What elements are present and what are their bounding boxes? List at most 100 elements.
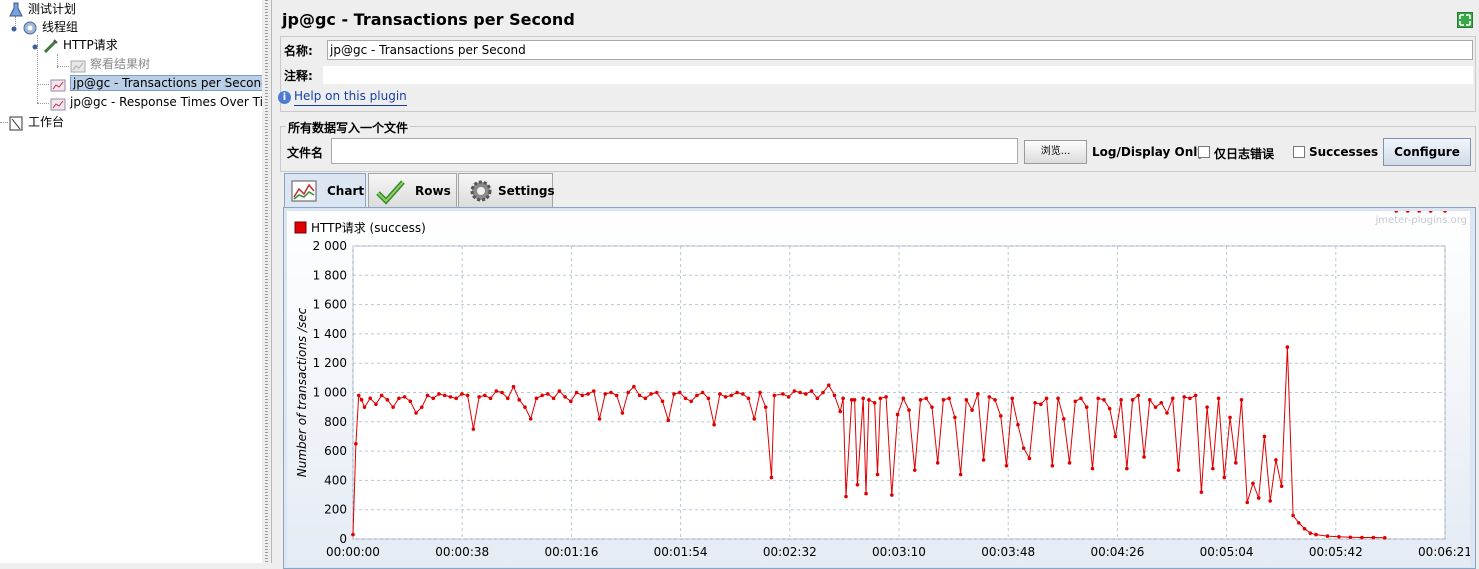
- data-point: [528, 417, 533, 421]
- data-point: [1062, 417, 1066, 421]
- data-point: [746, 396, 751, 401]
- filename-input[interactable]: [331, 138, 1018, 164]
- data-point: [1147, 398, 1152, 402]
- browse-button[interactable]: 浏览...: [1024, 140, 1087, 164]
- data-point: [809, 389, 814, 393]
- tab-rows[interactable]: Rows: [368, 173, 457, 207]
- data-point: [1130, 398, 1135, 402]
- data-point: [895, 412, 900, 417]
- data-point: [1159, 400, 1164, 405]
- data-point: [781, 392, 785, 396]
- data-point: [425, 393, 430, 398]
- data-point: [786, 395, 791, 399]
- maximize-icon[interactable]: [1457, 12, 1473, 28]
- tab-chart[interactable]: Chart: [284, 173, 366, 209]
- data-point: [1188, 396, 1192, 401]
- tab-settings[interactable]: Settings: [458, 173, 555, 207]
- tree-connector: [37, 103, 49, 104]
- configure-button[interactable]: Configure: [1383, 138, 1471, 166]
- data-point: [666, 418, 671, 423]
- data-point: [620, 411, 625, 415]
- data-point: [683, 396, 688, 401]
- x-tick-label: 00:05:42: [1309, 545, 1363, 559]
- data-point: [1107, 406, 1112, 411]
- expand-toggle-icon[interactable]: [10, 20, 18, 36]
- data-point: [1256, 496, 1261, 500]
- comment-input[interactable]: [323, 66, 1473, 84]
- tree-item-thread-group[interactable]: 线程组: [10, 18, 78, 36]
- tree-item-test-plan[interactable]: 测试计划: [8, 0, 76, 18]
- data-point: [1136, 393, 1141, 398]
- data-point: [574, 390, 579, 395]
- data-point: [1044, 396, 1049, 401]
- data-point: [431, 396, 436, 401]
- data-point: [723, 395, 728, 399]
- split-pane-divider[interactable]: [262, 0, 272, 563]
- tps-chart[interactable]: 0 200 400 600 800 1 000 1 200 1 400 1 600 1 800 2 …: [287, 211, 1470, 567]
- test-plan-tree[interactable]: 测试计划 线程组 HTTP请求 察看结果树 jp@gc - Transactio…: [0, 0, 263, 563]
- help-link[interactable]: Help on this plugin: [294, 89, 407, 103]
- tree-item-response-times-listener[interactable]: jp@gc - Response Times Over Tim: [50, 93, 262, 111]
- data-point: [546, 392, 550, 396]
- data-point: [471, 427, 476, 431]
- data-point: [1096, 396, 1100, 401]
- data-point: [1079, 396, 1083, 401]
- data-point: [912, 468, 917, 472]
- data-point: [864, 491, 868, 496]
- checkmark-icon: [375, 179, 405, 205]
- data-point: [540, 393, 544, 398]
- data-point: [632, 384, 636, 389]
- data-point: [1021, 446, 1026, 450]
- data-point: [408, 399, 413, 404]
- y-tick-label: 800: [324, 415, 347, 429]
- data-point: [907, 408, 911, 412]
- tree-item-label: 察看结果树: [90, 57, 151, 71]
- chart-icon: [291, 179, 317, 203]
- data-point: [351, 532, 355, 537]
- x-tick-label: 00:04:26: [1090, 545, 1144, 559]
- data-point: [1084, 405, 1089, 409]
- data-point: [1405, 211, 1410, 213]
- y-tick-label: 1 000: [313, 386, 347, 400]
- data-point: [1216, 396, 1221, 401]
- listener-panel: jp@gc - Transactions per Second 名称: jp@g…: [272, 0, 1479, 569]
- data-point: [483, 393, 487, 398]
- data-point: [551, 396, 556, 401]
- y-tick-label: 2 000: [313, 239, 347, 253]
- file-output-title: 所有数据写入一个文件: [286, 119, 411, 136]
- data-point: [1073, 399, 1078, 404]
- legend-label: HTTP请求 (success): [311, 221, 426, 235]
- data-point: [505, 396, 510, 401]
- errors-only-checkbox[interactable]: [1198, 146, 1210, 158]
- flask-icon: [8, 2, 24, 18]
- tree-item-tps-listener[interactable]: jp@gc - Transactions per Second: [50, 74, 262, 92]
- data-point: [712, 422, 716, 427]
- data-point: [867, 398, 871, 402]
- name-input[interactable]: jp@gc - Transactions per Second: [327, 40, 1473, 60]
- successes-checkbox[interactable]: [1293, 146, 1305, 158]
- data-point: [935, 461, 940, 465]
- data-point: [838, 409, 843, 414]
- data-point: [1268, 499, 1272, 503]
- data-point: [1228, 415, 1232, 420]
- y-tick-label: 1 800: [313, 268, 347, 282]
- y-tick-label: 1 600: [313, 298, 347, 312]
- data-point: [494, 389, 499, 393]
- tree-item-results-tree[interactable]: 察看结果树: [70, 55, 150, 73]
- comment-label: 注释:: [284, 69, 313, 83]
- data-point: [1279, 484, 1284, 489]
- expand-toggle-icon[interactable]: [31, 38, 39, 54]
- tree-item-http-request[interactable]: HTTP请求: [31, 36, 118, 54]
- data-point: [354, 441, 358, 446]
- data-point: [1371, 535, 1376, 540]
- data-point: [368, 396, 372, 401]
- data-point: [735, 390, 739, 395]
- data-point: [391, 405, 395, 409]
- data-point: [1125, 466, 1129, 471]
- y-tick-label: 400: [324, 473, 347, 487]
- watermark: jmeter-plugins.org: [1374, 215, 1467, 226]
- workbench-icon: [8, 115, 24, 131]
- x-tick-label: 00:03:48: [981, 545, 1035, 559]
- tree-item-workbench[interactable]: 工作台: [8, 113, 64, 131]
- listener-chart-icon: [70, 57, 86, 73]
